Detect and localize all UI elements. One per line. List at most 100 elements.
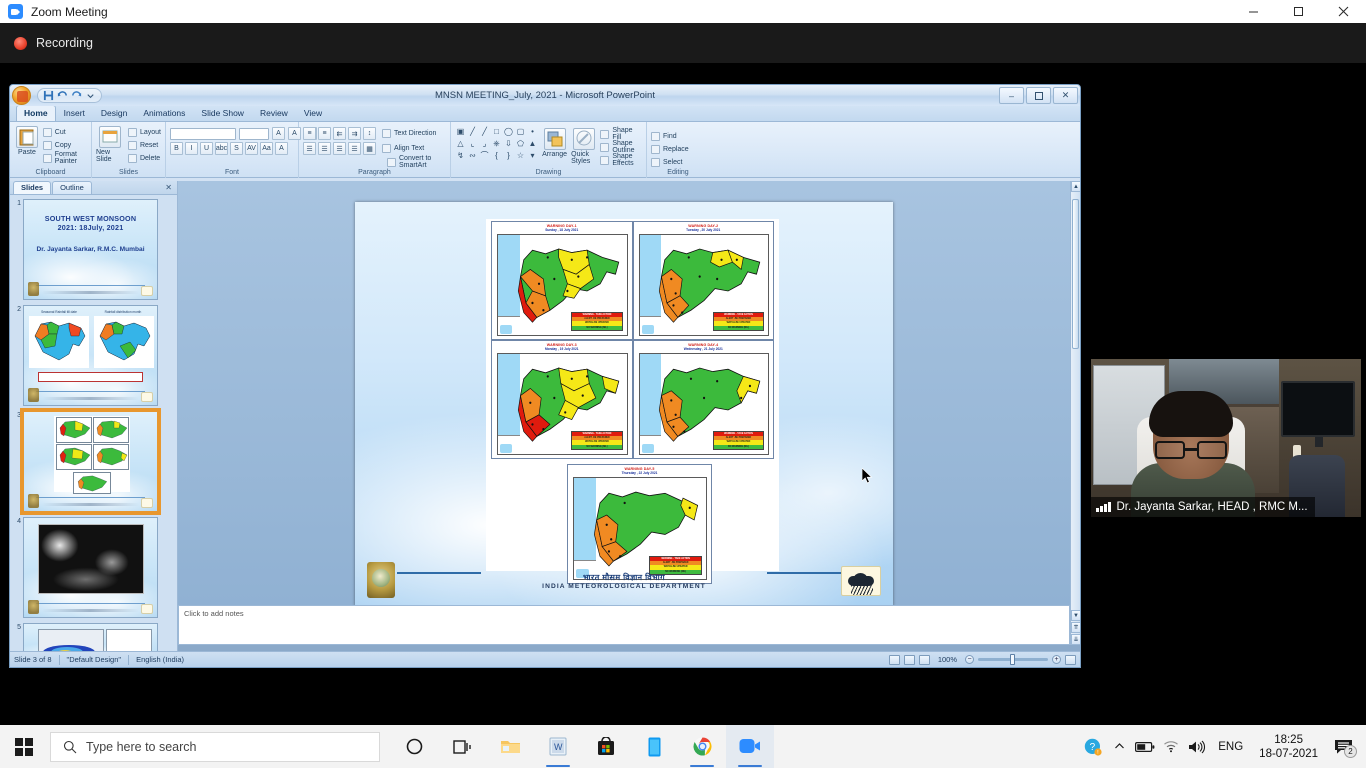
shapes-more-menu-icon[interactable]: ▾ (527, 150, 538, 161)
zoom-slider-knob[interactable] (1010, 654, 1015, 665)
thumbnail-item[interactable]: 3 (10, 408, 175, 515)
thumbnail-item[interactable]: 4 (10, 517, 175, 618)
shape-elbow2-icon[interactable]: ⌟ (479, 138, 490, 149)
thumbnail-item[interactable]: 1 SOUTH WEST MONSOON 2021: 18July, 2021 … (10, 199, 175, 300)
tray-clock[interactable]: 18:25 18-07-2021 (1251, 733, 1326, 761)
shape-arc-icon[interactable]: ⌒ (479, 150, 490, 161)
grow-font-button[interactable]: A (272, 127, 285, 140)
numbering-button[interactable]: ≡ (318, 127, 331, 140)
taskbar-cortana-button[interactable] (390, 725, 438, 768)
text-direction-button[interactable]: Text Direction (382, 128, 436, 140)
cut-button[interactable]: Cut (42, 126, 87, 138)
save-icon[interactable] (43, 90, 54, 101)
thumbnail-slide-3-selected[interactable] (20, 408, 161, 515)
align-left-button[interactable]: ☰ (303, 142, 316, 155)
taskbar-chrome-button[interactable] (678, 725, 726, 768)
shape-down-arrow-icon[interactable]: ⇩ (503, 138, 514, 149)
slide-sorter-icon[interactable] (903, 654, 915, 665)
thumbnail-slide-4[interactable] (23, 517, 158, 618)
bullets-button[interactable]: ≡ (303, 127, 316, 140)
shape-cloud-icon[interactable]: ⎈ (491, 138, 502, 149)
find-button[interactable]: Find (651, 130, 689, 142)
next-slide-button[interactable]: ⇊ (1071, 634, 1080, 645)
shapes-gallery[interactable]: ▣ ╱ ╱ □ ◯ ▢ • △ ⌞ ⌟ ⎈ ⇩ ⬠ ▲ ↯ ∾ ⌒ {} ☆ … (455, 126, 538, 161)
line-spacing-button[interactable]: ↕ (363, 127, 376, 140)
current-slide[interactable]: WARNING DAY-1 Sunday , 18 July 2021 WARN… (355, 202, 893, 606)
tab-animations[interactable]: Animations (135, 105, 193, 121)
scroll-up-arrow-icon[interactable]: ▲ (1071, 181, 1080, 192)
shape-textbox-icon[interactable]: ▣ (455, 126, 466, 137)
bold-button[interactable]: B (170, 142, 183, 155)
shape-brace-right-icon[interactable]: } (503, 150, 514, 161)
redo-icon[interactable] (71, 90, 82, 101)
warning-map-day-3[interactable]: WARNING DAY-3 Monday , 19 July 2021 WARN… (491, 340, 633, 459)
tab-slide-show[interactable]: Slide Show (193, 105, 252, 121)
office-orb-button[interactable] (12, 86, 31, 105)
previous-slide-button[interactable]: ⇈ (1071, 622, 1080, 633)
tray-battery-button[interactable] (1132, 725, 1158, 768)
copy-button[interactable]: Copy (42, 139, 87, 151)
taskbar-file-explorer-button[interactable] (486, 725, 534, 768)
shape-line-icon[interactable]: ╱ (467, 126, 478, 137)
shape-oval-icon[interactable]: ◯ (503, 126, 514, 137)
slide-vertical-scrollbar[interactable]: ▲ ▼ ⇈ ⇊ (1070, 181, 1080, 645)
zoom-out-button[interactable]: − (965, 655, 974, 664)
zoom-in-button[interactable]: + (1052, 655, 1061, 664)
convert-to-smartart-button[interactable]: Convert to SmartArt (387, 155, 446, 169)
thumbnail-list[interactable]: 1 SOUTH WEST MONSOON 2021: 18July, 2021 … (10, 195, 177, 667)
shapes-scroll-up-icon[interactable]: ▲ (527, 138, 538, 149)
shape-pentagon-icon[interactable]: ⬠ (515, 138, 526, 149)
warning-map-day-4[interactable]: WARNING DAY-4 Wednesday , 21 July 2021 W… (632, 340, 774, 459)
shape-effects-button[interactable]: Shape Effects (600, 153, 642, 167)
italic-button[interactable]: I (185, 142, 198, 155)
fit-to-window-icon[interactable] (1065, 654, 1076, 665)
tab-insert[interactable]: Insert (56, 105, 93, 121)
shape-rect-icon[interactable]: □ (491, 126, 502, 137)
tray-expand-button[interactable] (1106, 725, 1132, 768)
taskbar-search-box[interactable]: Type here to search (50, 731, 380, 762)
ppt-minimize-button[interactable]: – (999, 87, 1024, 104)
arrange-button[interactable]: Arrange (542, 126, 567, 158)
thumbnail-item[interactable]: 2 Seasonal Rainfall till date Rainfall d… (10, 305, 175, 406)
tab-home[interactable]: Home (16, 105, 56, 121)
taskbar-microsoft-store-button[interactable] (582, 725, 630, 768)
shape-triangle-icon[interactable]: △ (455, 138, 466, 149)
ppt-restore-button[interactable] (1026, 87, 1051, 104)
shape-star-icon[interactable]: ☆ (515, 150, 526, 161)
warning-map-day-2[interactable]: WARNING DAY-2 Tuesday , 20 July 2021 WAR… (632, 221, 774, 340)
zoom-close-button[interactable] (1321, 0, 1366, 23)
shape-curve-icon[interactable]: ∾ (467, 150, 478, 161)
taskbar-task-view-button[interactable] (438, 725, 486, 768)
warning-map-day-5[interactable]: WARNING DAY-5 Thursday , 22 July 2021 WA… (567, 464, 712, 584)
shape-rounded-rect-icon[interactable]: ▢ (515, 126, 526, 137)
columns-button[interactable]: ▦ (363, 142, 376, 155)
reset-button[interactable]: Reset (127, 139, 161, 151)
action-center-button[interactable]: 2 (1326, 725, 1360, 768)
zoom-minimize-button[interactable] (1231, 0, 1276, 23)
shape-fill-button[interactable]: Shape Fill (600, 127, 642, 141)
text-shadow-button[interactable]: S (230, 142, 243, 155)
customize-quick-access-icon[interactable] (85, 90, 96, 101)
font-name-input[interactable] (170, 127, 236, 140)
strikethrough-button[interactable]: abc (215, 142, 228, 155)
taskbar-your-phone-button[interactable] (630, 725, 678, 768)
font-size-input[interactable] (239, 127, 269, 140)
justify-button[interactable]: ☰ (348, 142, 361, 155)
pane-tab-slides[interactable]: Slides (13, 181, 52, 194)
replace-button[interactable]: Replace (651, 143, 689, 155)
warning-map-day-1[interactable]: WARNING DAY-1 Sunday , 18 July 2021 WARN… (491, 221, 633, 340)
decrease-indent-button[interactable]: ⇇ (333, 127, 346, 140)
tab-review[interactable]: Review (252, 105, 296, 121)
tray-help-button[interactable]: ? ! (1080, 725, 1106, 768)
ppt-close-button[interactable]: ✕ (1053, 87, 1078, 104)
delete-slide-button[interactable]: Delete (127, 152, 161, 164)
normal-view-icon[interactable] (888, 654, 900, 665)
pane-tab-outline[interactable]: Outline (52, 181, 92, 194)
change-case-button[interactable]: Aa (260, 142, 273, 155)
thumbnail-slide-1[interactable]: SOUTH WEST MONSOON 2021: 18July, 2021 Dr… (23, 199, 158, 300)
thumbnail-slide-2[interactable]: Seasonal Rainfall till date Rainfall dis… (23, 305, 158, 406)
notes-pane[interactable]: Click to add notes (178, 605, 1070, 645)
tab-design[interactable]: Design (93, 105, 135, 121)
taskbar-zoom-button[interactable] (726, 725, 774, 768)
slides-pane-close-icon[interactable]: ✕ (165, 183, 172, 192)
